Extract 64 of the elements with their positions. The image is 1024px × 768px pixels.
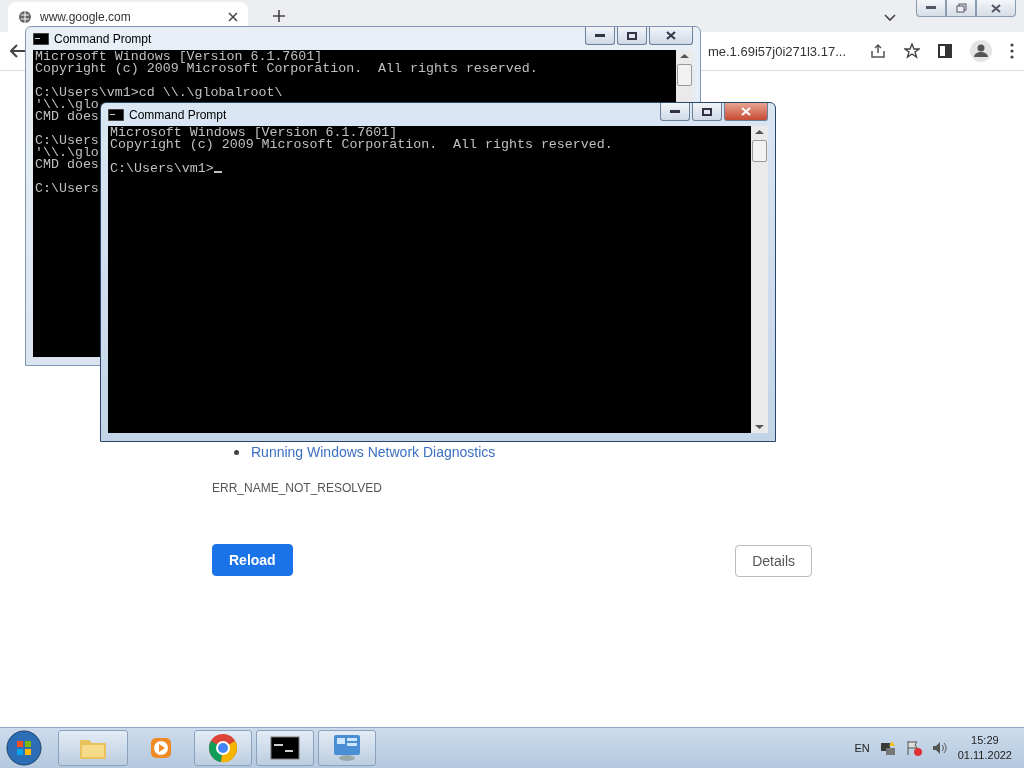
maximize-icon [627, 31, 637, 40]
globe-icon [18, 10, 32, 24]
speaker-icon[interactable] [931, 740, 948, 756]
start-button[interactable] [4, 728, 44, 768]
maximize-button[interactable] [692, 103, 722, 121]
bullet-icon [234, 449, 239, 455]
scroll-thumb[interactable] [752, 140, 767, 162]
minimize-icon [670, 109, 680, 114]
restore-button[interactable] [946, 0, 976, 17]
control-panel-icon [331, 733, 363, 763]
maximize-button[interactable] [617, 27, 647, 45]
diagnostics-link[interactable]: Running Windows Network Diagnostics [251, 444, 496, 460]
flag-icon[interactable] [905, 740, 922, 756]
restore-icon [955, 3, 967, 13]
console-icon [270, 736, 300, 760]
browser-logo-icon [208, 733, 238, 763]
console-line: CMD does [35, 159, 99, 171]
console-line: C:\Users [35, 183, 99, 195]
console-icon [108, 108, 124, 121]
minimize-button[interactable] [660, 103, 690, 121]
console-line: '\\.\glo [35, 147, 99, 159]
scroll-down-icon[interactable] [755, 424, 764, 430]
network-icon[interactable] [879, 740, 896, 756]
maximize-icon [702, 107, 712, 116]
close-icon[interactable] [228, 12, 238, 22]
play-icon [148, 735, 174, 761]
console-line: Copyright (c) 2009 Microsoft Corporation. All rights reserved. [35, 63, 538, 75]
scroll-up-icon[interactable] [755, 129, 764, 135]
side-panel-icon[interactable] [938, 44, 952, 58]
console-line: C:\Users\vm1> [110, 163, 222, 175]
close-button[interactable] [976, 0, 1016, 17]
details-button[interactable]: Details [735, 545, 812, 577]
close-button[interactable] [649, 27, 693, 45]
console-line: '\\.\glo [35, 99, 99, 111]
address-field[interactable]: me.1.69i57j0i271l3.17... [707, 43, 846, 59]
star-icon[interactable] [904, 43, 920, 59]
scroll-up-icon[interactable] [680, 53, 689, 59]
chevron-down-icon[interactable] [884, 14, 896, 22]
clock[interactable]: 15:29 01.11.2022 [957, 733, 1012, 763]
console-line: C:\Users\vm1>cd \\.\globalroot\ [35, 87, 283, 99]
close-icon [666, 31, 676, 40]
menu-icon[interactable] [1010, 43, 1014, 59]
console-line: CMD does [35, 111, 99, 123]
error-code: ERR_NAME_NOT_RESOLVED [212, 481, 383, 495]
share-icon[interactable] [870, 43, 886, 59]
close-icon [741, 107, 751, 116]
reload-button[interactable]: Reload [212, 544, 293, 576]
console-icon [33, 32, 49, 45]
back-icon[interactable] [10, 44, 26, 58]
window-title: Command Prompt [129, 107, 227, 122]
minimize-icon [926, 6, 936, 10]
language-indicator[interactable]: EN [854, 742, 870, 754]
console-line: Copyright (c) 2009 Microsoft Corporation. All rights reserved. [110, 139, 613, 151]
console-line: Microsoft Windows [Version 6.1.7601] [110, 127, 398, 139]
minimize-button[interactable] [585, 27, 615, 45]
scroll-thumb[interactable] [677, 64, 692, 86]
minimize-button[interactable] [916, 0, 946, 17]
console-line: C:\Users [35, 135, 99, 147]
close-icon [991, 3, 1001, 13]
avatar-icon[interactable] [970, 40, 992, 62]
plus-icon[interactable] [272, 9, 286, 23]
console-line: Microsoft Windows [Version 6.1.7601] [35, 51, 323, 63]
window-title: Command Prompt [54, 31, 152, 46]
taskbar-button[interactable] [256, 730, 314, 766]
